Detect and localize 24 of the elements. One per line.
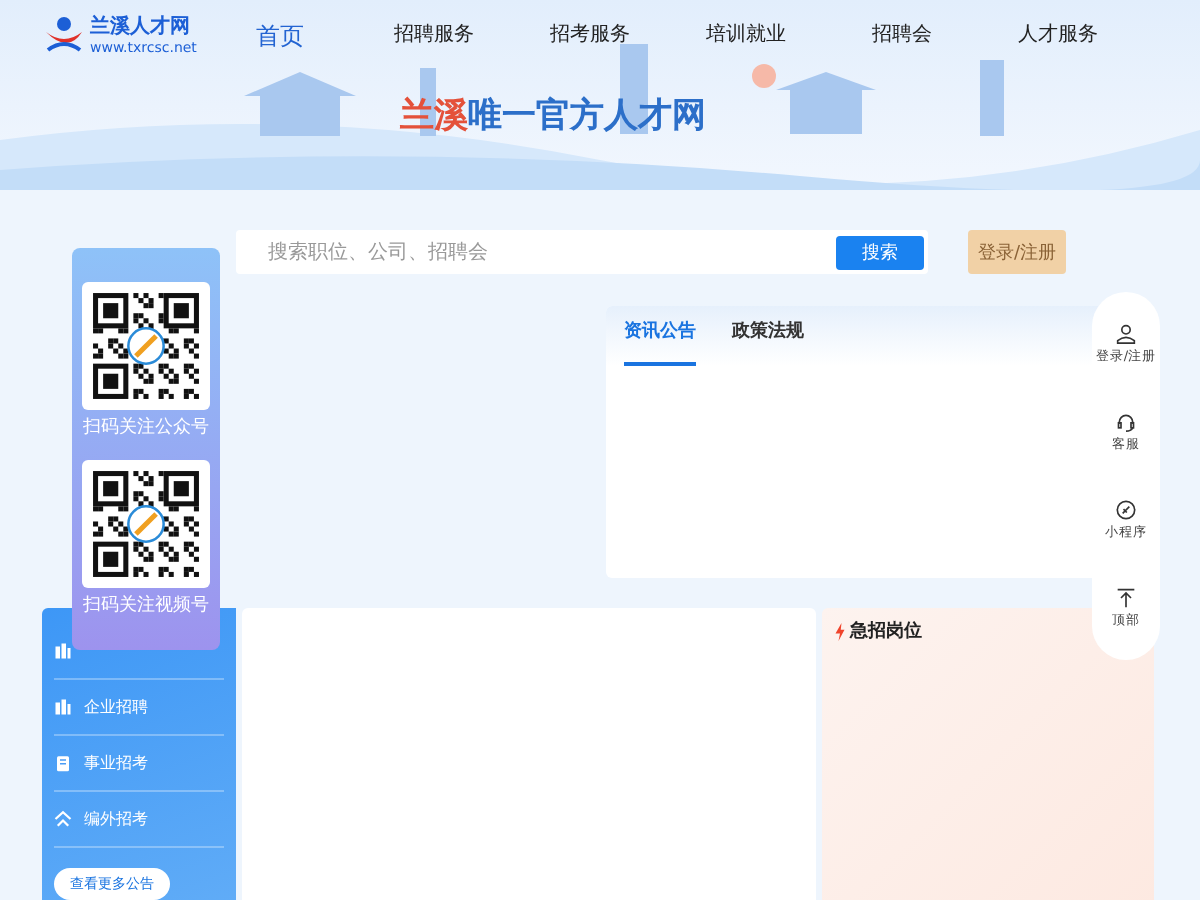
- news-tab[interactable]: 政策法规: [732, 318, 804, 366]
- login-button[interactable]: 登录/注册: [968, 230, 1067, 274]
- news-tab[interactable]: 资讯公告: [624, 318, 696, 366]
- arrow-up-icon: [1116, 587, 1136, 607]
- nav-link[interactable]: 首页: [256, 14, 356, 54]
- banner-slogan: 兰溪唯一官方人才网: [400, 94, 706, 138]
- nav-link[interactable]: 招聘服务: [356, 14, 512, 54]
- search-button[interactable]: 搜索: [836, 235, 924, 269]
- qr-caption: 扫码关注公众号: [83, 415, 209, 440]
- lightning-icon: [834, 621, 846, 641]
- nav-link[interactable]: 人才服务: [980, 14, 1136, 54]
- qr-code: [88, 288, 204, 404]
- nav-link[interactable]: 招聘会: [824, 14, 980, 54]
- qr-code: [88, 466, 204, 582]
- nav-link[interactable]: 培训就业: [668, 14, 824, 54]
- logo-icon: [44, 14, 84, 54]
- search-field[interactable]: 搜索职位、公司、招聘会 搜索: [236, 230, 928, 274]
- clipboard-icon: [54, 754, 72, 772]
- urgent-jobs-title: 急招岗位: [850, 619, 922, 644]
- qr-caption: 扫码关注视频号: [83, 593, 209, 618]
- headset-icon: [1116, 411, 1136, 431]
- user-icon: [1115, 323, 1136, 343]
- nav-link[interactable]: 招考服务: [512, 14, 668, 54]
- site-name: 兰溪人才网: [90, 13, 192, 40]
